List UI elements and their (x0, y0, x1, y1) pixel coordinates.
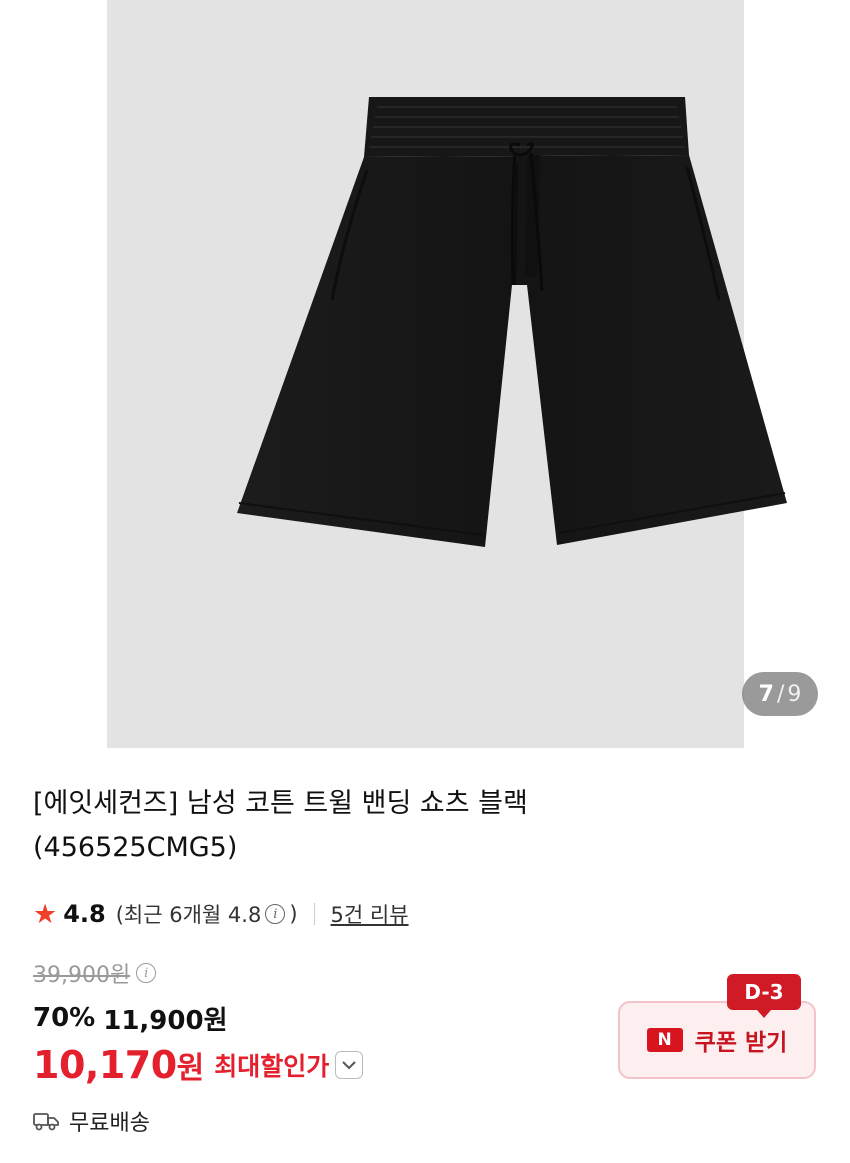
original-price-row: 39,900원 i (33, 956, 157, 990)
recent-rating-text: (최근 6개월 4.8 (115, 903, 262, 927)
product-image (237, 97, 787, 547)
chevron-down-icon[interactable] (335, 1051, 364, 1079)
reviews-link[interactable]: 5건 리뷰 (331, 899, 409, 929)
star-icon: ★ (33, 898, 58, 930)
price-info-icon[interactable]: i (136, 963, 157, 983)
image-counter-total: 9 (787, 681, 802, 707)
rating-row: ★ 4.8 (최근 6개월 4.8 i ) 5건 리뷰 (33, 895, 409, 933)
image-counter-badge: 7 / 9 (742, 672, 818, 716)
max-discount-won: 원 (176, 1051, 205, 1086)
max-discount-price-row: 10,170 원 최대할인가 (33, 1040, 364, 1090)
original-price: 39,900원 (33, 963, 131, 988)
naver-n-icon: N (646, 1028, 683, 1052)
dday-badge: D-3 (727, 974, 801, 1018)
coupon-button-label: 쿠폰 받기 (694, 1030, 788, 1056)
max-discount-amount: 10,170 (33, 1043, 177, 1087)
max-discount-label: 최대할인가 (214, 1052, 330, 1081)
recent-rating-close: ) (289, 902, 298, 926)
shipping-row: 무료배송 (33, 1104, 150, 1138)
product-title: [에잇세컨즈] 남성 코튼 트윌 밴딩 쇼츠 블랙 (456525CMG5) (33, 782, 673, 870)
product-title-line1: [에잇세컨즈] 남성 코튼 트윌 밴딩 쇼츠 블랙 (33, 788, 528, 819)
rating-score: 4.8 (63, 900, 106, 928)
sale-price: 11,900원 (103, 1005, 228, 1036)
info-icon[interactable]: i (265, 904, 286, 924)
image-counter-separator: / (776, 681, 785, 707)
divider (313, 903, 315, 925)
truck-icon (33, 1113, 59, 1131)
image-counter-current: 7 (758, 681, 774, 707)
coupon-button[interactable]: N 쿠폰 받기 (618, 1001, 816, 1079)
product-title-line2: (456525CMG5) (33, 832, 238, 863)
discount-percent: 70% (33, 1003, 96, 1033)
sale-price-row: 70% 11,900원 (33, 998, 228, 1038)
product-image-gallery[interactable] (107, 0, 787, 748)
shipping-label: 무료배송 (69, 1111, 150, 1136)
